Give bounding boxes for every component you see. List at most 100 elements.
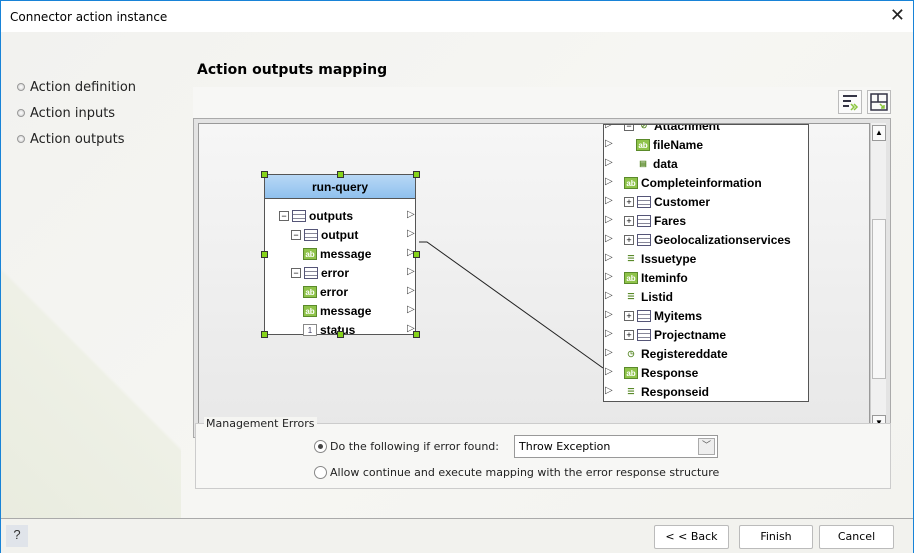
expand-icon[interactable]: + [624,234,634,245]
node-title: run-query [265,175,415,199]
table-icon [304,228,318,241]
scroll-up-button[interactable]: ▲ [872,125,886,141]
collapse-icon[interactable]: − [624,125,634,131]
row-label: Issuetype [641,251,697,266]
step-action-outputs[interactable]: Action outputs [17,126,136,152]
vertical-scrollbar[interactable]: ▲ ▼ [870,123,886,433]
page-title: Action outputs mapping [197,62,388,78]
tree-row[interactable]: ☰ Responseid [624,382,709,401]
connector-port-icon[interactable]: ▷ [605,195,613,206]
date-icon: ◷ [627,348,635,358]
step-action-inputs[interactable]: Action inputs [17,100,136,126]
tree-row[interactable]: − outputs [279,206,353,225]
tree-row[interactable]: ◷ Registereddate [624,344,728,363]
collapse-icon[interactable]: − [291,267,301,278]
connector-port-icon[interactable]: ▷ [407,209,415,220]
collapse-icon[interactable]: − [279,210,289,221]
connector-port-icon[interactable]: ▷ [605,328,613,339]
chevron-down-icon[interactable]: ﹀ [698,438,715,455]
management-errors-group: Management Errors Do the following if er… [195,417,891,489]
collapse-icon[interactable]: − [291,229,301,240]
step-label: Action definition [30,79,137,95]
tree-row[interactable]: + Customer [624,192,710,211]
tree-row[interactable]: + Myitems [624,306,702,325]
connector-port-icon[interactable]: ▷ [605,125,613,130]
window-title: Connector action instance [10,10,168,24]
row-label: Response [641,365,699,380]
tree-row[interactable]: + Projectname [624,325,726,344]
expand-icon[interactable]: + [624,215,634,226]
row-label: outputs [309,208,353,223]
finish-button[interactable]: Finish [739,525,813,549]
tree-row[interactable]: ab message [303,244,371,263]
radio-allow-continue[interactable]: Allow continue and execute mapping with … [314,466,719,479]
connector-port-icon[interactable]: ▷ [407,228,415,239]
connector-port-icon[interactable]: ▷ [605,347,613,358]
row-label: Iteminfo [641,270,688,285]
connector-port-icon[interactable]: ▷ [605,366,613,377]
resize-handle[interactable] [261,331,268,338]
connector-port-icon[interactable]: ▷ [605,252,613,263]
close-icon[interactable]: ✕ [890,5,905,26]
connector-port-icon[interactable]: ▷ [605,290,613,301]
text-field-icon: ab [303,304,317,317]
connector-port-icon[interactable]: ▷ [605,138,613,149]
tree-row[interactable]: 1 status [303,320,355,339]
scroll-thumb[interactable] [872,219,886,379]
tree-row[interactable]: ab message [303,301,371,320]
radio-error-action[interactable]: Do the following if error found: [314,440,499,453]
tree-row[interactable]: − ⊘ Attachment [624,125,720,135]
error-action-select[interactable]: Throw Exception ﹀ [514,435,718,458]
connector-port-icon[interactable]: ▷ [407,285,415,296]
resize-handle[interactable] [261,171,268,178]
resize-handle[interactable] [337,331,344,338]
tree-row[interactable]: + Fares [624,211,686,230]
connector-port-icon[interactable]: ▷ [605,157,613,168]
connector-port-icon[interactable]: ▷ [407,266,415,277]
resize-handle[interactable] [413,331,420,338]
connector-port-icon[interactable]: ▷ [605,233,613,244]
radio-selected-icon [314,440,327,453]
help-icon[interactable]: ? [6,525,28,547]
resize-handle[interactable] [337,171,344,178]
choice-icon: ☰ [627,291,635,301]
number-field-icon: 1 [303,323,317,336]
connector-port-icon[interactable]: ▷ [605,176,613,187]
resize-handle[interactable] [261,251,268,258]
step-action-definition[interactable]: Action definition [17,74,136,100]
tree-row[interactable]: ☰ Issuetype [624,249,696,268]
tree-row[interactable]: + Geolocalizationservices [624,230,791,249]
tree-row[interactable]: ab error [303,282,348,301]
tree-row[interactable]: − error [291,263,349,282]
table-icon [637,233,651,246]
cancel-button[interactable]: Cancel [819,525,894,549]
mapping-canvas[interactable]: run-query − outputs ▷ − output ▷ ab message ▷ − er… [198,123,870,433]
connector-port-icon[interactable]: ▷ [605,385,613,396]
connector-port-icon[interactable]: ▷ [605,214,613,225]
resize-handle[interactable] [413,171,420,178]
group-legend: Management Errors [204,417,317,430]
tree-row[interactable]: ab Completeinformation [624,173,762,192]
tree-row[interactable]: ab Iteminfo [624,268,688,287]
connector-port-icon[interactable]: ▷ [605,309,613,320]
layout-button[interactable] [867,90,891,114]
auto-map-button[interactable] [838,90,862,114]
tree-row[interactable]: − output [291,225,358,244]
target-tree[interactable]: − ⊘ Attachment ▷ ab fileName ▷ ▤ data ▷ ab Complete… [603,124,809,402]
source-node-run-query[interactable]: run-query − outputs ▷ − output ▷ ab message ▷ − er… [264,174,416,337]
bullet-icon [17,109,25,117]
title-bar: Connector action instance ✕ [1,1,913,32]
tree-row[interactable]: ☰ Listid [624,287,673,306]
tree-row[interactable]: ab Response [624,363,698,382]
expand-icon[interactable]: + [624,329,634,340]
connector-port-icon[interactable]: ▷ [407,304,415,315]
tree-row[interactable]: ▤ data [636,154,677,173]
back-button[interactable]: < < Back [654,525,729,549]
resize-handle[interactable] [413,251,420,258]
connector-port-icon[interactable]: ▷ [605,271,613,282]
expand-icon[interactable]: + [624,310,634,321]
text-field-icon: ab [303,285,317,298]
tree-row[interactable]: ab fileName [636,135,703,154]
row-label: Projectname [654,327,727,342]
expand-icon[interactable]: + [624,196,634,207]
